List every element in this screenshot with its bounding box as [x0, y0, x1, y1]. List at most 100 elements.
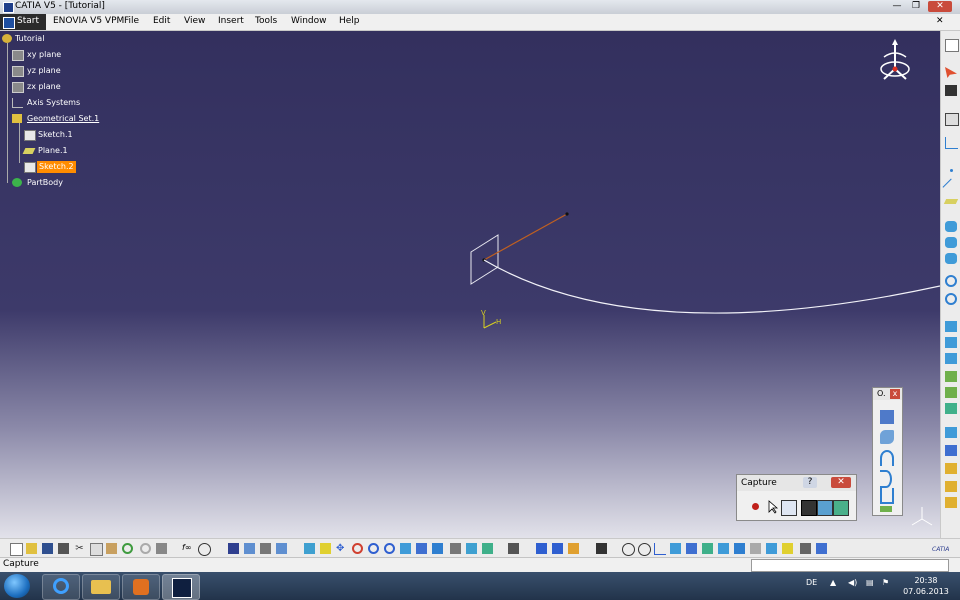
- sketch-icon[interactable]: [945, 113, 959, 126]
- tool-icon[interactable]: [945, 337, 957, 348]
- document-close-button[interactable]: ✕: [936, 16, 944, 26]
- menu-insert[interactable]: Insert: [218, 16, 244, 26]
- grid-icon[interactable]: [686, 543, 697, 554]
- undo-icon[interactable]: [122, 543, 133, 554]
- capture-icon[interactable]: [801, 500, 817, 516]
- tool-icon[interactable]: [670, 543, 681, 554]
- tool-icon[interactable]: [945, 403, 957, 414]
- tool-icon[interactable]: [482, 543, 493, 554]
- menu-window[interactable]: Window: [291, 16, 327, 26]
- pan-icon[interactable]: ✥: [336, 543, 347, 554]
- select-icon[interactable]: [765, 500, 779, 514]
- menu-file[interactable]: File: [124, 16, 139, 26]
- menu-view[interactable]: View: [184, 16, 205, 26]
- floating-toolbar-titlebar[interactable]: O. x: [873, 388, 902, 400]
- tool-icon[interactable]: [945, 221, 957, 232]
- circle-icon[interactable]: [945, 275, 957, 287]
- normal-view-icon[interactable]: [400, 543, 411, 554]
- floating-toolbar[interactable]: O. x: [872, 387, 903, 516]
- catia-icon[interactable]: [162, 574, 200, 600]
- windows-start-button[interactable]: [4, 574, 30, 598]
- tool-icon[interactable]: [945, 387, 957, 398]
- axis-icon[interactable]: [654, 543, 666, 555]
- start-menu[interactable]: Start: [0, 14, 46, 30]
- copy-icon[interactable]: [90, 543, 103, 556]
- views-icon[interactable]: [416, 543, 427, 554]
- restore-button[interactable]: ❐: [908, 1, 924, 12]
- open-icon[interactable]: [26, 543, 37, 554]
- close-button[interactable]: ✕: [928, 1, 952, 12]
- menu-edit[interactable]: Edit: [153, 16, 170, 26]
- floating-toolbar-close[interactable]: x: [890, 389, 900, 399]
- options-icon[interactable]: [781, 500, 797, 516]
- zoom-in-icon[interactable]: [368, 543, 379, 554]
- tool-icon[interactable]: [734, 543, 745, 554]
- plane-icon[interactable]: [943, 199, 959, 204]
- tool-icon[interactable]: [945, 427, 957, 438]
- menu-tools[interactable]: Tools: [255, 16, 277, 26]
- tool-icon[interactable]: [244, 543, 255, 554]
- media-player-icon[interactable]: [122, 574, 160, 600]
- arc-icon[interactable]: [880, 450, 894, 466]
- power-input-field[interactable]: [751, 559, 949, 572]
- capture-panel-titlebar[interactable]: Capture ? ✕: [737, 475, 856, 491]
- show-hidden-icons[interactable]: ▲: [830, 578, 836, 587]
- tool-icon[interactable]: [945, 497, 957, 508]
- album-icon[interactable]: [817, 500, 833, 516]
- tool-icon[interactable]: [552, 543, 563, 554]
- tool-icon[interactable]: [945, 353, 957, 364]
- tool-icon[interactable]: [508, 543, 519, 554]
- capture-close-button[interactable]: ✕: [831, 477, 851, 488]
- render-style-icon[interactable]: [432, 543, 443, 554]
- explorer-icon[interactable]: [82, 574, 120, 600]
- tool-icon[interactable]: [816, 543, 827, 554]
- tool-icon[interactable]: [945, 321, 957, 332]
- tool-icon[interactable]: [880, 410, 894, 424]
- fly-icon[interactable]: [304, 543, 315, 554]
- catia-app-icon[interactable]: [3, 2, 14, 13]
- system-clock[interactable]: 20:38 07.06.2013: [898, 575, 954, 597]
- network-icon[interactable]: ▤: [866, 578, 874, 587]
- curve-icon[interactable]: [880, 470, 892, 488]
- tool-icon[interactable]: [276, 543, 287, 554]
- tool-icon[interactable]: [766, 543, 777, 554]
- tool-icon[interactable]: [782, 543, 793, 554]
- swap-space-icon[interactable]: [466, 543, 477, 554]
- language-indicator[interactable]: DE: [806, 578, 817, 587]
- tool-icon[interactable]: [945, 85, 957, 96]
- tool-icon[interactable]: [945, 253, 957, 264]
- tool-icon[interactable]: [945, 481, 957, 492]
- fit-all-icon[interactable]: [320, 543, 331, 554]
- select-icon[interactable]: [945, 67, 957, 78]
- tool-icon[interactable]: [750, 543, 761, 554]
- axis-icon[interactable]: [945, 137, 958, 149]
- menu-help[interactable]: Help: [339, 16, 360, 26]
- tool-icon[interactable]: [702, 543, 713, 554]
- cut-icon[interactable]: ✂: [74, 543, 85, 554]
- formula-icon[interactable]: f∞: [182, 543, 193, 554]
- tool-icon[interactable]: [800, 543, 811, 554]
- tool-icon[interactable]: [638, 543, 651, 556]
- surface-icon[interactable]: [880, 506, 892, 512]
- action-center-icon[interactable]: ⚑: [882, 578, 889, 587]
- volume-icon[interactable]: ◀): [848, 578, 857, 587]
- internet-explorer-icon[interactable]: [42, 574, 80, 600]
- tool-icon[interactable]: [945, 371, 957, 382]
- circle-icon[interactable]: [945, 293, 957, 305]
- tool-icon[interactable]: [622, 543, 635, 556]
- tool-icon[interactable]: [568, 543, 579, 554]
- menu-enovia[interactable]: ENOVIA V5 VPM: [53, 16, 124, 26]
- profile-icon[interactable]: [880, 488, 894, 504]
- tool-icon[interactable]: [945, 237, 957, 248]
- print-icon[interactable]: [58, 543, 69, 554]
- paste-icon[interactable]: [106, 543, 117, 554]
- capture-panel[interactable]: Capture ? ✕: [736, 474, 857, 521]
- new-icon[interactable]: [10, 543, 23, 556]
- redo-icon[interactable]: [140, 543, 151, 554]
- comment-icon[interactable]: [198, 543, 211, 556]
- tool-icon[interactable]: [536, 543, 547, 554]
- compass-icon[interactable]: [878, 39, 912, 87]
- 3d-viewport[interactable]: Tutorial xy plane yz plane zx plane Axis…: [0, 31, 940, 538]
- tool-icon[interactable]: [260, 543, 271, 554]
- minimize-button[interactable]: —: [889, 1, 905, 12]
